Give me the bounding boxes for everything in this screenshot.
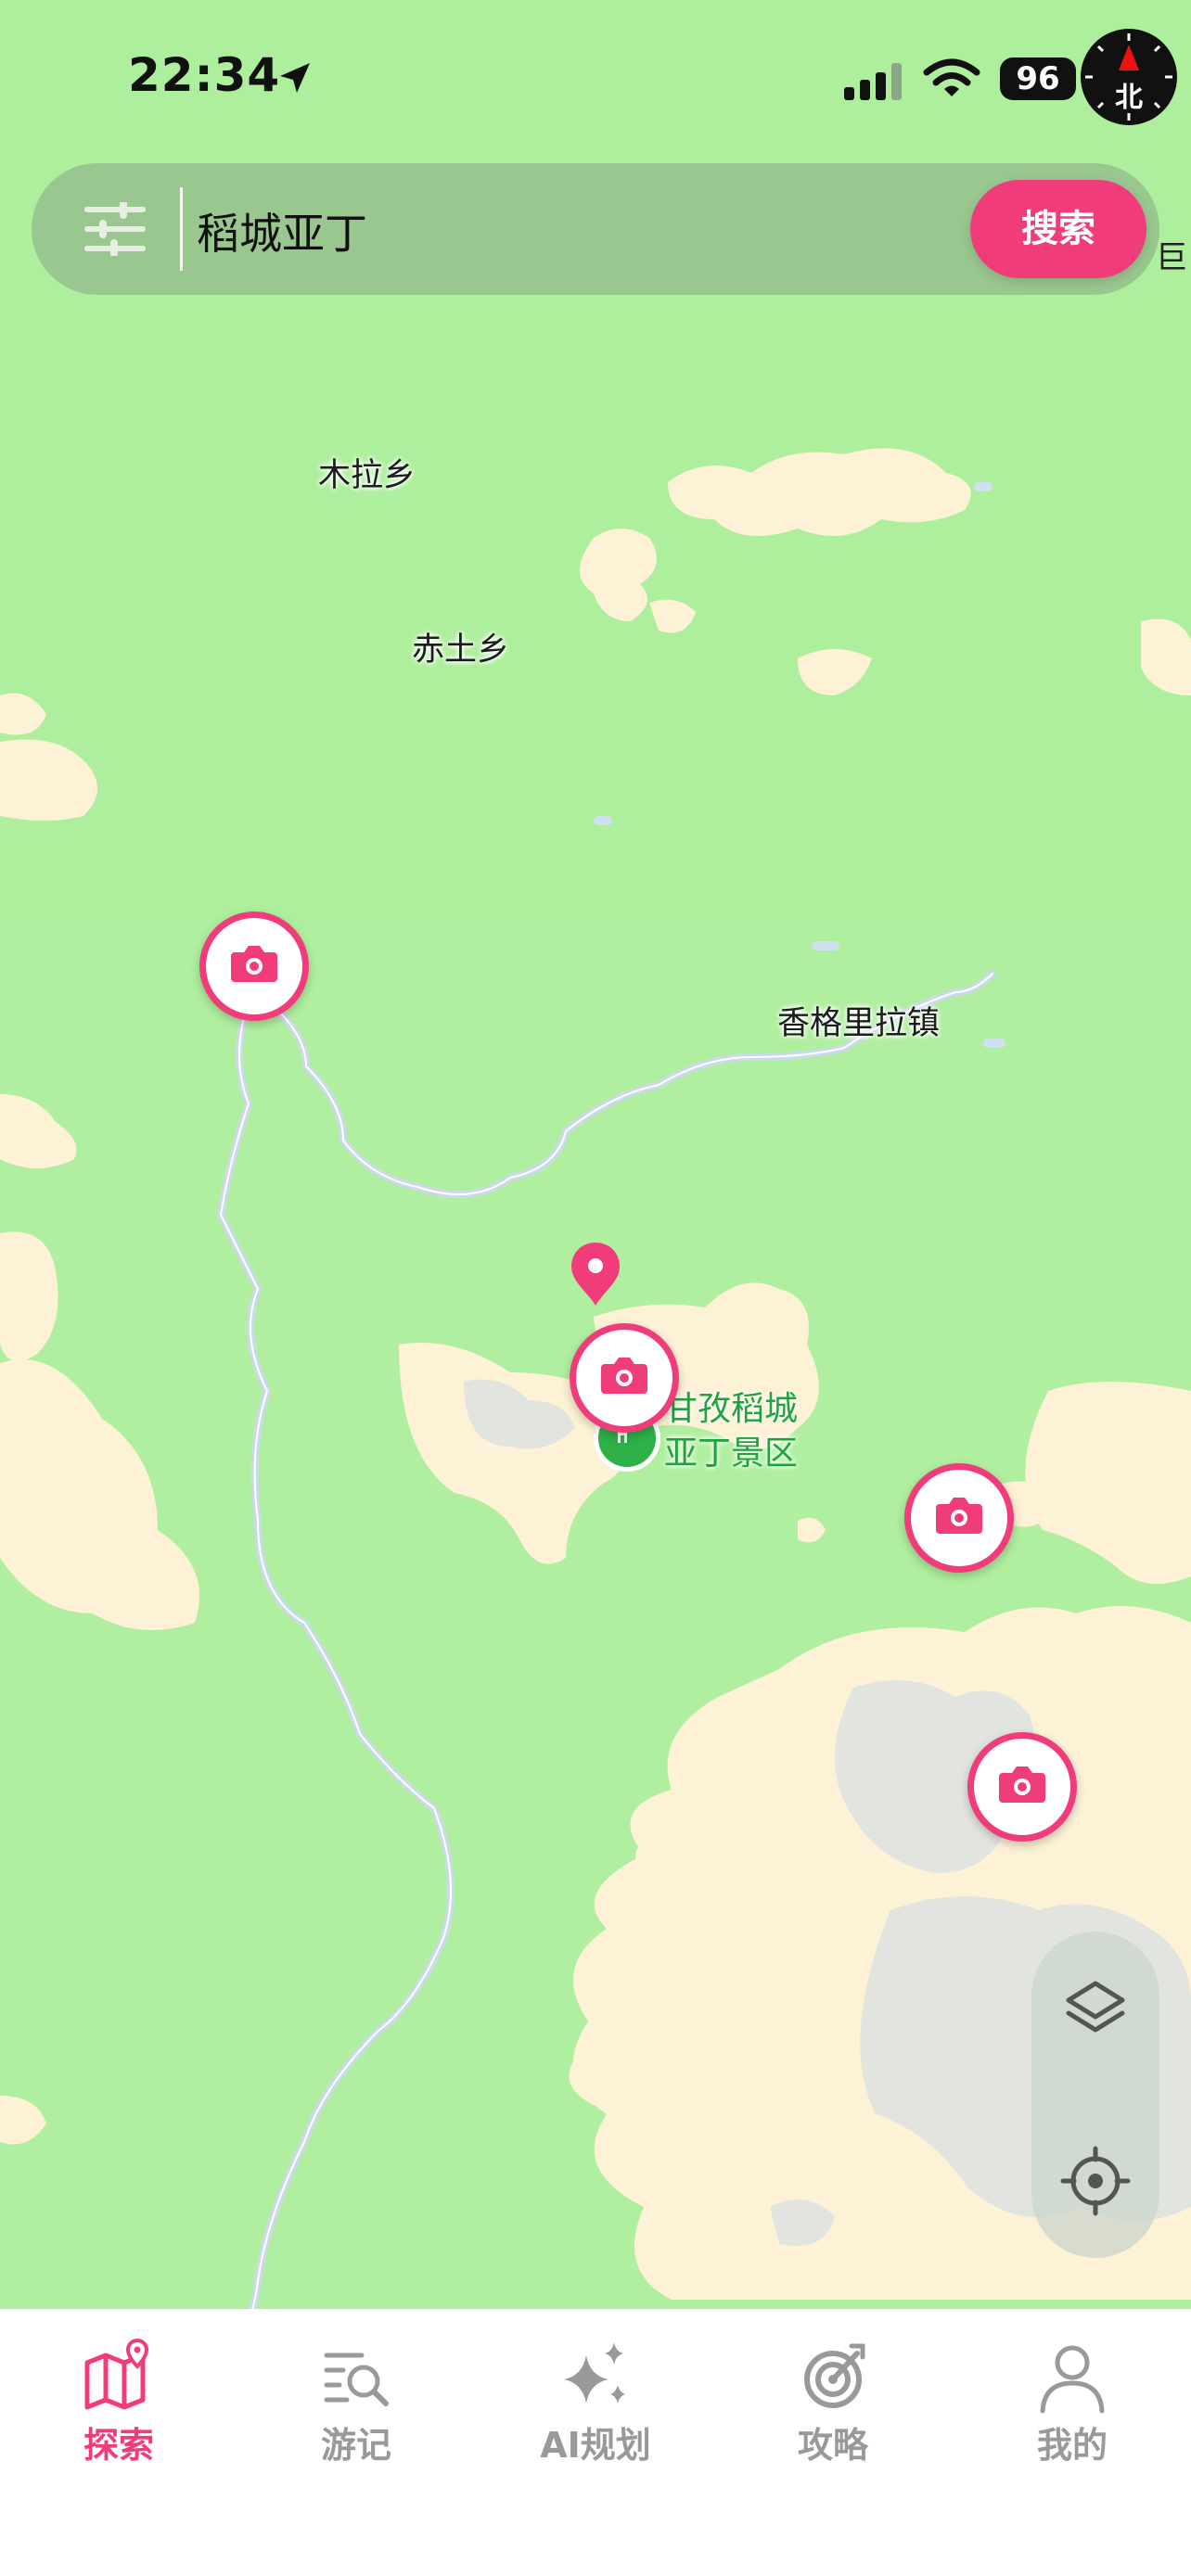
search-input[interactable] [195, 191, 987, 271]
camera-icon [601, 1358, 647, 1394]
tab-ai-plan[interactable]: AI规划 [477, 2309, 714, 2494]
photo-marker[interactable] [967, 1732, 1077, 1842]
crosshair-icon [1060, 2146, 1131, 2216]
tab-guides-label: 攻略 [797, 2425, 868, 2466]
tab-profile[interactable]: 我的 [954, 2309, 1191, 2494]
compass-north-label: 北 [1115, 82, 1143, 114]
user-icon [1040, 2345, 1105, 2414]
location-pin-icon[interactable] [568, 1241, 623, 1307]
photo-marker[interactable] [199, 912, 309, 1021]
layers-icon [1066, 1981, 1125, 2033]
battery-indicator: 96 [1000, 57, 1076, 100]
search-list-icon [324, 2353, 389, 2406]
tab-bar: 探索 游记 AI规划 攻略 我的 [0, 2309, 1191, 2576]
search-bar: 搜索 [32, 163, 1159, 295]
tab-travel-notes[interactable]: 游记 [237, 2309, 475, 2494]
layers-button[interactable] [1052, 1965, 1139, 2052]
tab-travel-notes-label: 游记 [320, 2425, 391, 2466]
status-bar: 22:34 96 北 [0, 0, 1191, 158]
map-controls [1031, 1932, 1159, 2258]
target-icon [804, 2343, 865, 2408]
map-edge-label: 巨 [1156, 239, 1187, 276]
camera-icon [231, 946, 277, 982]
photo-marker[interactable] [570, 1323, 679, 1433]
scenic-area-label-line1: 甘孜稻城 [664, 1390, 799, 1428]
tab-explore[interactable]: 探索 [0, 2309, 237, 2494]
camera-icon [999, 1766, 1045, 1803]
locate-me-button[interactable] [1052, 2137, 1139, 2225]
sparkle-icon [564, 2342, 625, 2404]
cellular-signal-icon [844, 63, 902, 100]
tab-profile-label: 我的 [1036, 2425, 1108, 2466]
map-icon [84, 2338, 149, 2410]
place-label-mula: 木拉乡 [318, 457, 416, 494]
wifi-icon [923, 58, 980, 96]
map-terrain [0, 0, 1191, 2309]
map-view[interactable]: 木拉乡 赤土乡 香格里拉镇 甘孜稻城 亚丁景区 [0, 0, 1191, 2309]
scenic-area-label[interactable]: 甘孜稻城 亚丁景区 [664, 1387, 798, 1476]
place-label-shangrila-town: 香格里拉镇 [777, 1005, 941, 1042]
photo-marker[interactable] [904, 1463, 1014, 1573]
location-arrow-icon [280, 63, 310, 93]
scenic-area-label-line2: 亚丁景区 [664, 1435, 799, 1473]
tab-explore-label: 探索 [83, 2425, 154, 2466]
search-button[interactable]: 搜索 [970, 180, 1146, 278]
camera-icon [936, 1498, 982, 1534]
place-label-chitu: 赤土乡 [412, 631, 510, 669]
compass[interactable]: 北 [1078, 26, 1180, 128]
tab-guides[interactable]: 攻略 [714, 2309, 952, 2494]
status-time: 22:34 [128, 48, 281, 102]
tab-ai-plan-label: AI规划 [540, 2425, 651, 2466]
search-divider [180, 187, 183, 271]
filter-sliders-icon[interactable] [83, 202, 147, 256]
